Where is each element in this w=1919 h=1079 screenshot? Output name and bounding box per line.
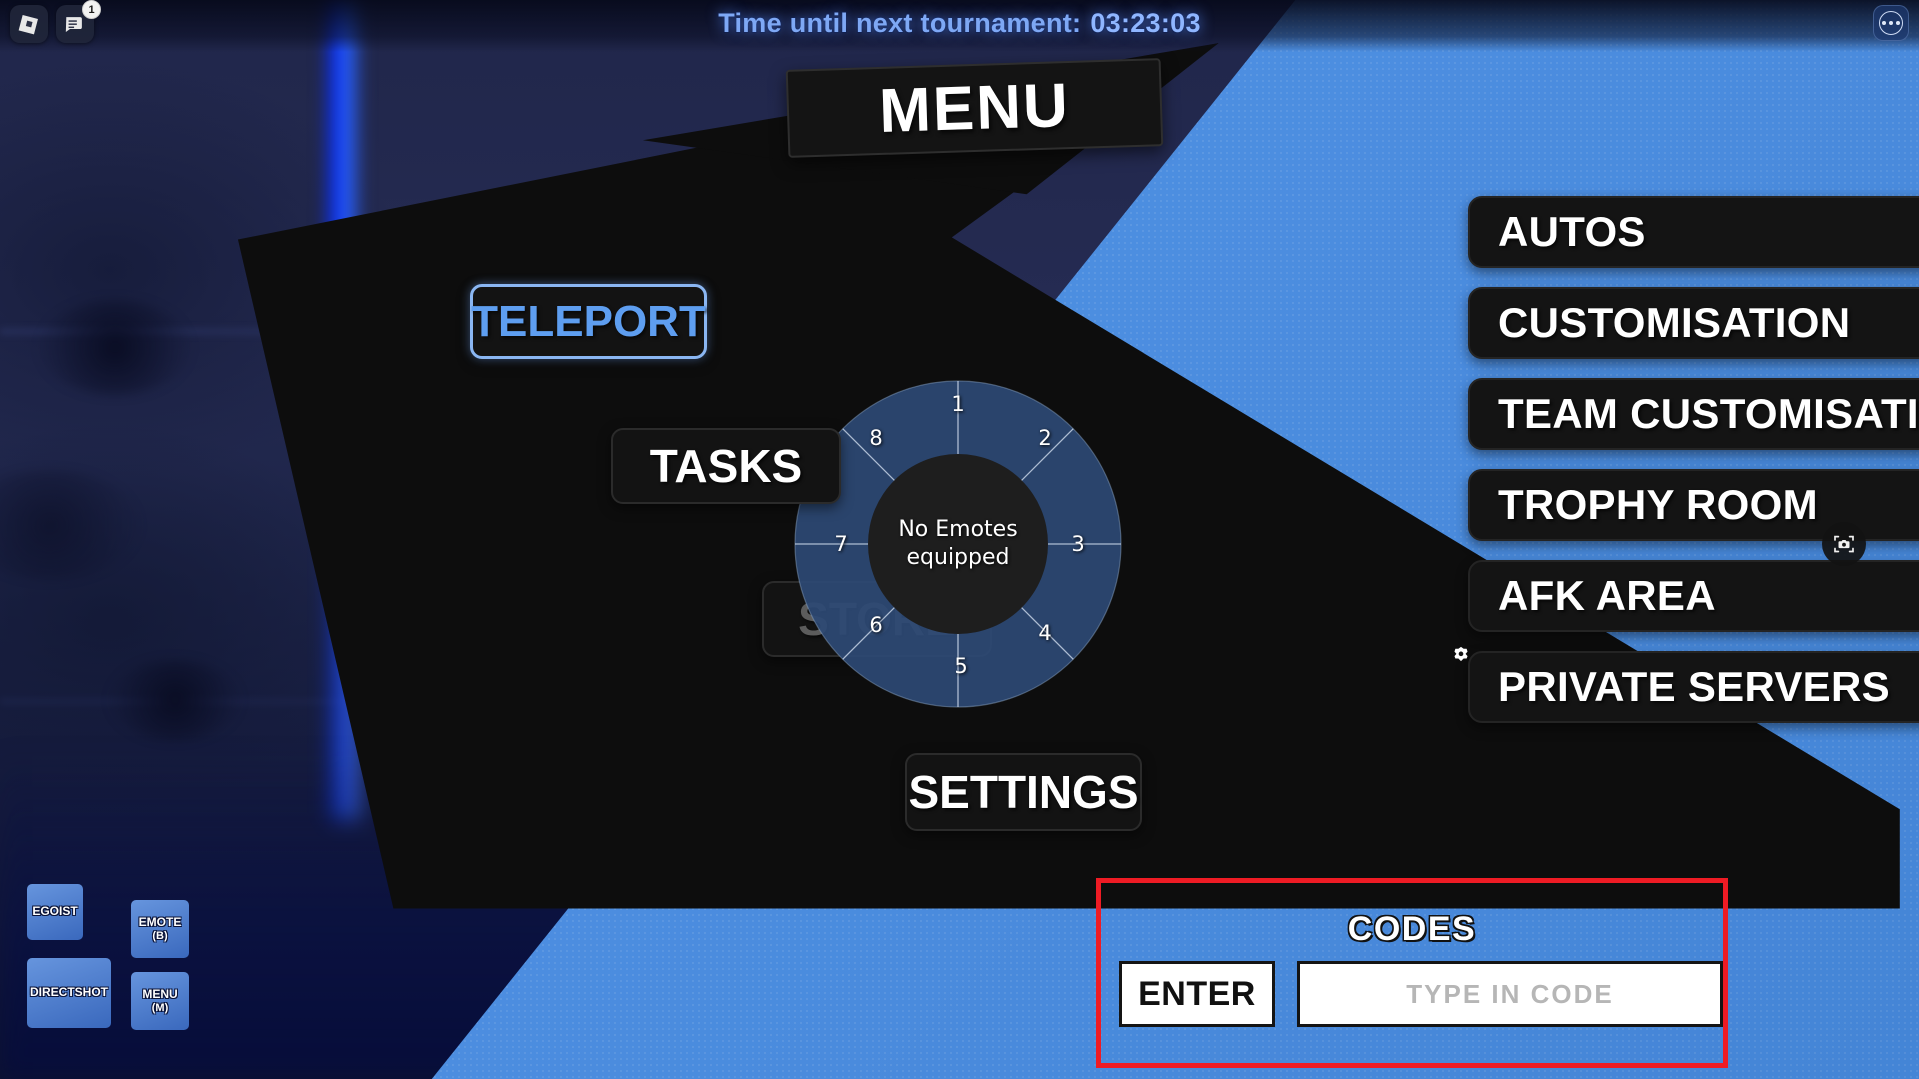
more-options-ring <box>1879 11 1903 35</box>
menu-title-text: MENU <box>878 70 1071 146</box>
chat-icon[interactable]: 1 <box>56 0 101 43</box>
action-button-emote-label: EMOTE <box>138 914 182 929</box>
right-menu-list: AUTOS CUSTOMISATION TEAM CUSTOMISATION T… <box>1454 196 1919 723</box>
codes-row: ENTER TYPE IN CODE <box>1119 961 1723 1027</box>
emote-slot-2[interactable]: 2 <box>1038 426 1051 450</box>
codes-title: CODES <box>1347 910 1477 948</box>
timer-label: Time until next tournament: <box>718 8 1082 38</box>
action-button-emote-key: (B) <box>152 929 168 942</box>
menu-item-autos-label: AUTOS <box>1498 208 1646 255</box>
action-button-menu-key: (M) <box>151 1001 169 1014</box>
page-title: MENU <box>785 58 1164 158</box>
enter-code-button[interactable]: ENTER <box>1119 961 1275 1027</box>
emote-slot-8[interactable]: 8 <box>869 426 882 450</box>
code-input[interactable]: TYPE IN CODE <box>1297 961 1723 1027</box>
emote-slot-6[interactable]: 6 <box>869 613 882 637</box>
emote-hub-line1: No Emotes <box>898 516 1018 542</box>
menu-button-tasks[interactable]: TASKS <box>611 428 841 504</box>
emote-hub-line2: equipped <box>906 545 1010 570</box>
menu-button-tasks-label: TASKS <box>649 440 803 492</box>
chat-notification-badge: 1 <box>82 0 101 19</box>
gear-badge-icon <box>1452 645 1474 667</box>
background-object <box>40 300 190 395</box>
menu-item-afk-area-label: AFK AREA <box>1498 572 1716 619</box>
action-button-menu[interactable]: MENU (M) <box>131 972 189 1030</box>
action-button-directshot[interactable]: DIRECTSHOT <box>27 958 111 1028</box>
action-button-egoist-label: EGOIST <box>32 904 78 919</box>
menu-item-trophy-room-label: TROPHY ROOM <box>1498 481 1818 528</box>
menu-item-autos[interactable]: AUTOS <box>1468 196 1919 268</box>
emote-wheel-hub: No Emotes equipped <box>868 454 1048 634</box>
codes-panel: CODES ENTER TYPE IN CODE <box>1096 878 1728 1068</box>
background-object <box>0 470 140 580</box>
action-button-directshot-label: DIRECTSHOT <box>30 985 108 1000</box>
menu-button-teleport-label: TELEPORT <box>471 296 706 346</box>
emote-slot-5[interactable]: 5 <box>954 654 967 678</box>
roblox-logo-icon[interactable] <box>10 5 48 43</box>
menu-button-settings-label: SETTINGS <box>908 766 1139 818</box>
screenshot-camera-icon[interactable] <box>1822 522 1866 566</box>
action-button-menu-label: MENU <box>142 986 178 1001</box>
menu-item-private-servers-label: PRIVATE SERVERS <box>1498 663 1890 710</box>
emote-slot-4[interactable]: 4 <box>1038 621 1051 645</box>
menu-item-team-customisation[interactable]: TEAM CUSTOMISATION <box>1468 378 1919 450</box>
more-options-icon[interactable] <box>1873 5 1909 41</box>
action-button-emote[interactable]: EMOTE (B) <box>131 900 189 958</box>
timer-value: 03:23:03 <box>1090 8 1201 38</box>
menu-button-settings[interactable]: SETTINGS <box>905 753 1142 831</box>
emote-slot-1[interactable]: 1 <box>951 392 964 416</box>
action-button-egoist[interactable]: EGOIST <box>27 884 83 940</box>
emote-slot-7[interactable]: 7 <box>834 532 847 556</box>
background-object <box>110 660 240 740</box>
menu-item-customisation-label: CUSTOMISATION <box>1498 299 1851 346</box>
top-bar: 1 Time until next tournament: 03:23:03 <box>0 0 1919 52</box>
menu-button-teleport[interactable]: TELEPORT <box>470 284 707 359</box>
tournament-timer: Time until next tournament: 03:23:03 <box>718 8 1201 39</box>
emote-slot-3[interactable]: 3 <box>1071 532 1084 556</box>
menu-item-team-customisation-label: TEAM CUSTOMISATION <box>1498 390 1919 437</box>
menu-item-private-servers[interactable]: PRIVATE SERVERS <box>1454 646 1919 723</box>
emote-wheel[interactable]: 1 2 3 4 5 6 7 8 No Emotes equipped <box>758 344 1158 744</box>
menu-item-customisation[interactable]: CUSTOMISATION <box>1468 287 1919 359</box>
menu-item-afk-area[interactable]: AFK AREA <box>1468 560 1919 632</box>
